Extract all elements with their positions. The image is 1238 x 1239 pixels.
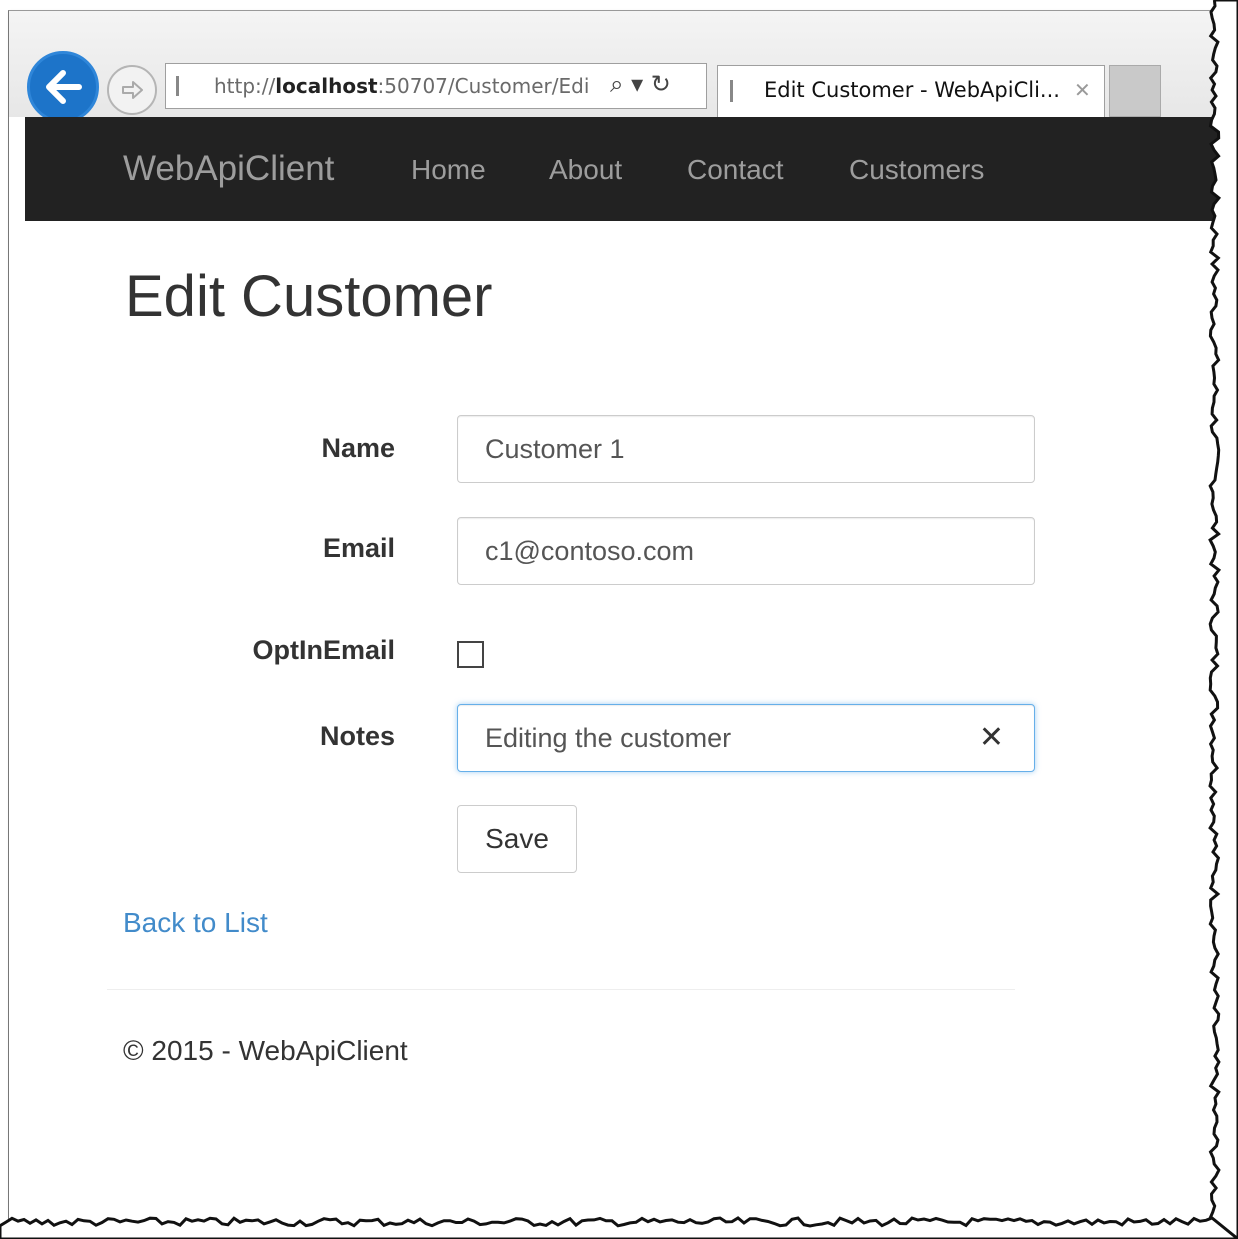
back-to-list-link[interactable]: Back to List [123, 907, 268, 939]
navbar: WebApiClient Home About Contact Customer… [25, 117, 1221, 221]
forward-button[interactable] [107, 65, 157, 115]
tab-page-icon [730, 80, 744, 102]
navbar-brand[interactable]: WebApiClient [123, 149, 334, 189]
name-value: Customer 1 [485, 434, 625, 464]
browser-chrome: http://localhost:50707/Customer/Edi ⌕ ▾ … [9, 11, 1221, 123]
save-button[interactable]: Save [457, 805, 577, 873]
notes-value: Editing the customer [485, 723, 732, 753]
new-tab-button[interactable] [1109, 65, 1161, 117]
email-field[interactable]: c1@contoso.com [457, 517, 1035, 585]
page-icon [176, 76, 192, 96]
torn-edge-right [1208, 0, 1238, 1239]
email-value: c1@contoso.com [485, 536, 694, 566]
tab-title: Edit Customer - WebApiCli... [764, 78, 1060, 102]
close-tab-icon[interactable]: ✕ [1074, 78, 1091, 102]
notes-label: Notes [319, 721, 395, 751]
browser-window: http://localhost:50707/Customer/Edi ⌕ ▾ … [8, 10, 1221, 1233]
nav-item-home[interactable]: Home [411, 154, 486, 186]
torn-edge-bottom [0, 1216, 1238, 1239]
name-field[interactable]: Customer 1 [457, 415, 1035, 483]
nav-item-contact[interactable]: Contact [687, 154, 784, 186]
nav-item-customers[interactable]: Customers [849, 154, 984, 186]
back-button[interactable] [27, 51, 99, 123]
email-label: Email [322, 533, 395, 563]
optin-email-checkbox[interactable] [457, 641, 484, 668]
address-url: http://localhost:50707/Customer/Edi [214, 74, 590, 98]
notes-field[interactable]: Editing the customer ✕ [457, 704, 1035, 772]
optin-email-label: OptInEmail [252, 635, 395, 665]
address-bar[interactable]: http://localhost:50707/Customer/Edi ⌕ ▾ … [165, 63, 707, 109]
browser-tab[interactable]: Edit Customer - WebApiCli... ✕ [717, 65, 1105, 117]
name-label: Name [321, 433, 395, 463]
page-title: Edit Customer [125, 264, 493, 329]
search-refresh-icon[interactable]: ⌕ ▾ ↻ [610, 70, 671, 98]
arrow-left-icon [46, 70, 82, 104]
footer-copyright: © 2015 - WebApiClient [123, 1035, 408, 1066]
nav-item-about[interactable]: About [549, 154, 622, 186]
clear-icon[interactable]: ✕ [979, 705, 1004, 771]
footer-divider [107, 989, 1015, 990]
arrow-right-icon [122, 81, 143, 99]
